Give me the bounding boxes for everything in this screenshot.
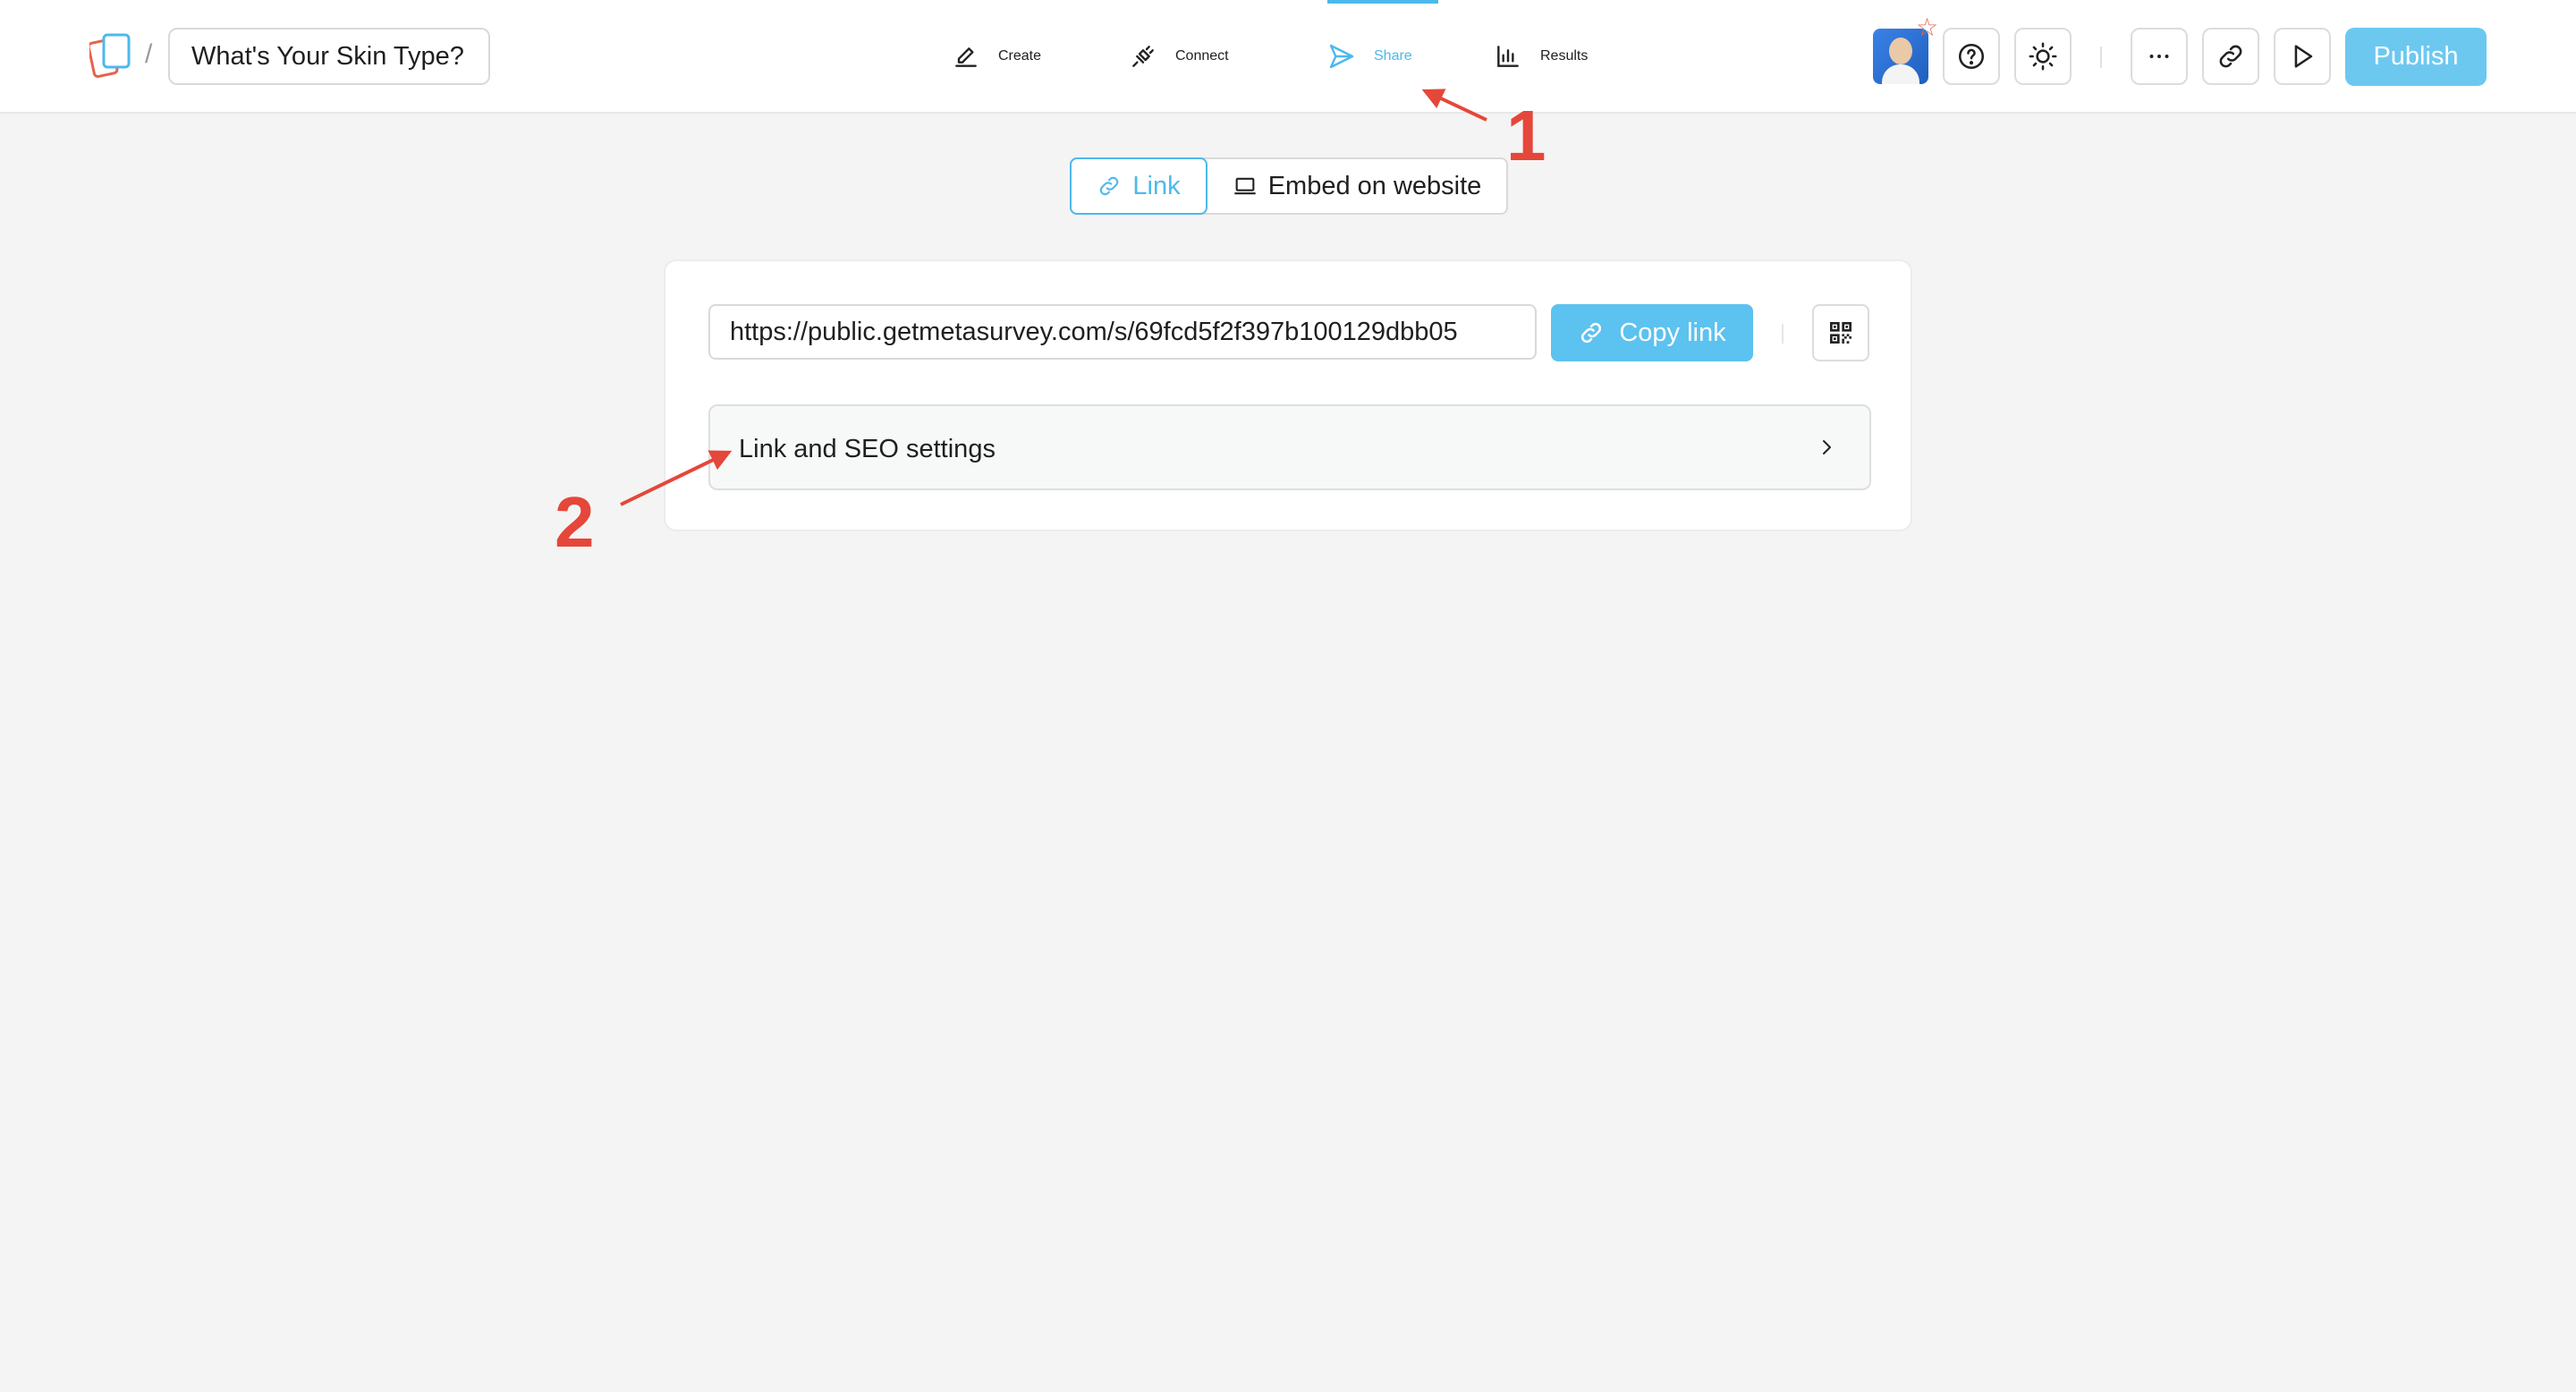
link-icon [1581, 322, 1602, 344]
link-seo-settings-row[interactable]: Link and SEO settings [708, 404, 1871, 490]
card-divider [1782, 324, 1784, 344]
link-icon [1100, 176, 1119, 196]
toolbar-divider [2100, 47, 2102, 68]
breadcrumb-separator: / [145, 39, 153, 69]
annotation-number-2: 2 [555, 482, 595, 562]
tab-connect-label: Connect [1175, 48, 1229, 64]
link-seo-settings-label: Link and SEO settings [739, 435, 996, 463]
tab-share-label: Share [1374, 48, 1412, 64]
link-icon [2219, 45, 2242, 68]
tab-connect[interactable]: Connect [1129, 0, 1229, 113]
copy-link-toolbar-button[interactable] [2202, 28, 2259, 85]
tab-results-label: Results [1540, 48, 1589, 64]
copy-link-label: Copy link [1619, 318, 1726, 347]
preview-button[interactable] [2274, 28, 2331, 85]
laptop-icon [1234, 177, 1256, 195]
publish-button[interactable]: Publish [2345, 28, 2487, 86]
tab-link-label: Link [1132, 171, 1181, 200]
star-icon: ☆ [1916, 13, 1939, 41]
theme-toggle-button[interactable] [2014, 28, 2072, 85]
copy-link-button[interactable]: Copy link [1551, 304, 1753, 361]
tab-link[interactable]: Link [1070, 157, 1208, 215]
bar-chart-icon [1497, 46, 1519, 67]
more-options-button[interactable] [2131, 28, 2188, 85]
annotation-number-1: 1 [1506, 96, 1546, 175]
form-title-field[interactable]: What's Your Skin Type? [168, 28, 490, 85]
tab-create[interactable]: Create [952, 0, 1041, 113]
qr-code-icon [1830, 322, 1852, 344]
tab-embed-on-website[interactable]: Embed on website [1208, 159, 1506, 213]
chevron-right-icon [1823, 440, 1831, 454]
send-icon [1329, 44, 1354, 69]
tab-create-label: Create [998, 48, 1042, 64]
help-button[interactable] [1943, 28, 2000, 85]
top-bar: / What's Your Skin Type? Create Connect … [0, 0, 2576, 114]
share-link-card: https://public.getmetasurvey.com/s/69fcd… [664, 259, 1912, 531]
plug-icon [1132, 46, 1154, 67]
play-icon [2294, 45, 2313, 68]
pencil-icon [955, 47, 977, 67]
share-url-field[interactable]: https://public.getmetasurvey.com/s/69fcd… [708, 304, 1537, 360]
app-logo-icon[interactable] [87, 32, 134, 81]
ellipsis-icon [2149, 55, 2169, 58]
help-icon [1958, 43, 1985, 70]
share-mode-tabs: Link Embed on website [1070, 157, 1508, 215]
tab-embed-label: Embed on website [1267, 171, 1482, 200]
tab-share[interactable]: Share [1327, 0, 1438, 113]
qr-code-button[interactable] [1812, 304, 1869, 361]
sun-icon [2029, 42, 2057, 71]
